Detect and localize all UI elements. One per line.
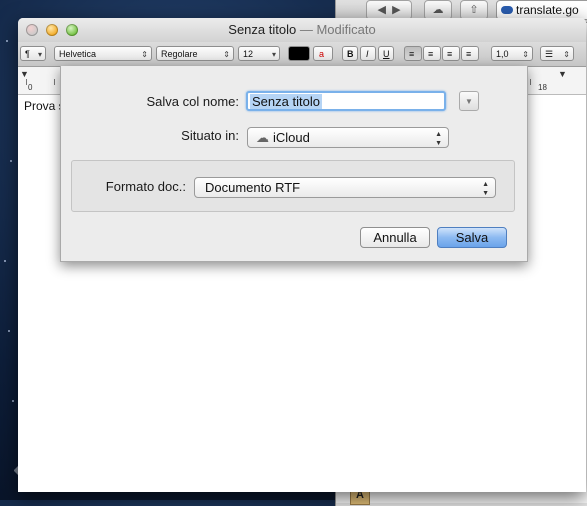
file-format-value: Documento RTF — [205, 180, 301, 195]
back-forward-buttons[interactable]: ◀ ▶ — [366, 0, 412, 20]
underline-label: U — [383, 49, 390, 59]
align-right-button[interactable]: ≡ — [442, 46, 460, 61]
updown-icon: ⇕ — [563, 50, 570, 59]
back-icon[interactable]: ◀ — [377, 4, 385, 16]
updown-icon: ⇕ — [223, 50, 230, 59]
bold-button[interactable]: B — [342, 46, 358, 61]
document-state: Modificato — [316, 22, 376, 37]
list-icon: ☰ — [545, 49, 554, 59]
align-left-icon: ≡ — [409, 49, 415, 59]
underline-button[interactable]: U — [378, 46, 394, 61]
title-bar[interactable]: Senza titolo — Modificato — [18, 18, 586, 42]
cancel-button[interactable]: Annulla — [360, 227, 430, 248]
save-as-label: Salva col nome: — [146, 94, 240, 109]
highlight-color-well[interactable]: a — [313, 46, 333, 61]
file-format-label: Formato doc.: — [105, 179, 186, 194]
paragraph-icon: ¶ — [25, 49, 30, 59]
macitynet-logo-icon — [14, 458, 40, 484]
star — [6, 40, 8, 42]
line-spacing-value: 1,0 — [496, 49, 509, 59]
font-style-value: Regolare — [161, 49, 198, 59]
bold-label: B — [347, 49, 354, 59]
italic-button[interactable]: I — [360, 46, 376, 61]
italic-label: I — [366, 49, 369, 59]
star — [12, 400, 14, 402]
font-size-combo[interactable]: 12 ▾ — [238, 46, 280, 61]
ruler-end-label: 18 — [538, 83, 547, 92]
paragraph-styles-menu[interactable]: ¶ ▾ — [20, 46, 46, 61]
forward-icon[interactable]: ▶ — [392, 4, 400, 16]
font-size-value: 12 — [243, 49, 254, 59]
save-sheet: Salva col nome: Senza titolo ▼ Situato i… — [60, 66, 528, 262]
updown-icon: ⇕ — [141, 50, 148, 59]
window-title: Senza titolo — Modificato — [18, 22, 586, 37]
format-options-box: Formato doc.: Documento RTF ▲ ▼ — [71, 160, 515, 212]
left-indent-marker-icon[interactable]: ▼ — [20, 69, 29, 79]
line-spacing-select[interactable]: 1,0 ⇕ — [491, 46, 533, 61]
align-right-icon: ≡ — [447, 49, 453, 59]
save-as-value: Senza titolo — [250, 94, 322, 109]
format-bar: ¶ ▾ Helvetica ⇕ Regolare ⇕ 12 ▾ a B I U ≡ ≡ … — [18, 42, 586, 67]
file-format-popup[interactable]: Documento RTF ▲ ▼ — [194, 177, 496, 198]
address-bar[interactable]: translate.go — [496, 0, 587, 20]
document-body-text[interactable]: Prova s — [24, 99, 65, 113]
cloud-icon: ☁ — [432, 4, 444, 16]
location-value: iCloud — [273, 130, 310, 145]
address-text: translate.go — [516, 3, 579, 17]
where-label: Situato in: — [181, 128, 239, 143]
cloud-icon: ☁ — [256, 130, 269, 145]
expand-dialog-button[interactable]: ▼ — [459, 91, 479, 111]
right-indent-marker-icon[interactable]: ▼ — [558, 69, 567, 79]
location-popup[interactable]: ☁ iCloud ▲ ▼ — [247, 127, 449, 148]
share-button[interactable]: ⇧ — [460, 0, 488, 20]
chevron-down-icon: ▾ — [271, 50, 276, 59]
ruler-start-label: 0 — [28, 83, 33, 92]
save-button[interactable]: Salva — [437, 227, 507, 248]
align-center-button[interactable]: ≡ — [423, 46, 441, 61]
justify-icon: ≡ — [466, 49, 472, 59]
list-style-select[interactable]: ☰ ⇕ — [540, 46, 574, 61]
save-as-field[interactable]: Senza titolo — [246, 91, 446, 111]
align-left-button[interactable]: ≡ — [404, 46, 422, 61]
align-center-icon: ≡ — [428, 49, 434, 59]
share-icon: ⇧ — [469, 4, 479, 16]
justify-button[interactable]: ≡ — [461, 46, 479, 61]
text-color-well[interactable] — [288, 46, 310, 61]
chevron-down-icon: ▾ — [37, 50, 42, 59]
chevron-down-icon: ▼ — [465, 97, 473, 106]
star — [8, 330, 10, 332]
watermark-text: Macitynet.it — [42, 456, 158, 481]
site-favicon-icon — [501, 6, 513, 14]
font-family-value: Helvetica — [59, 49, 97, 59]
updown-icon: ⇕ — [522, 50, 529, 59]
updown-icon: ▲ ▼ — [435, 131, 442, 147]
star — [4, 260, 6, 262]
star — [10, 160, 12, 162]
font-family-select[interactable]: Helvetica ⇕ — [54, 46, 152, 61]
icloud-tabs-button[interactable]: ☁ — [424, 0, 452, 20]
font-style-select[interactable]: Regolare ⇕ — [156, 46, 234, 61]
highlight-icon: a — [319, 49, 325, 59]
title-separator: — — [296, 22, 317, 37]
updown-icon: ▲ ▼ — [482, 181, 489, 197]
document-name: Senza titolo — [228, 22, 297, 37]
